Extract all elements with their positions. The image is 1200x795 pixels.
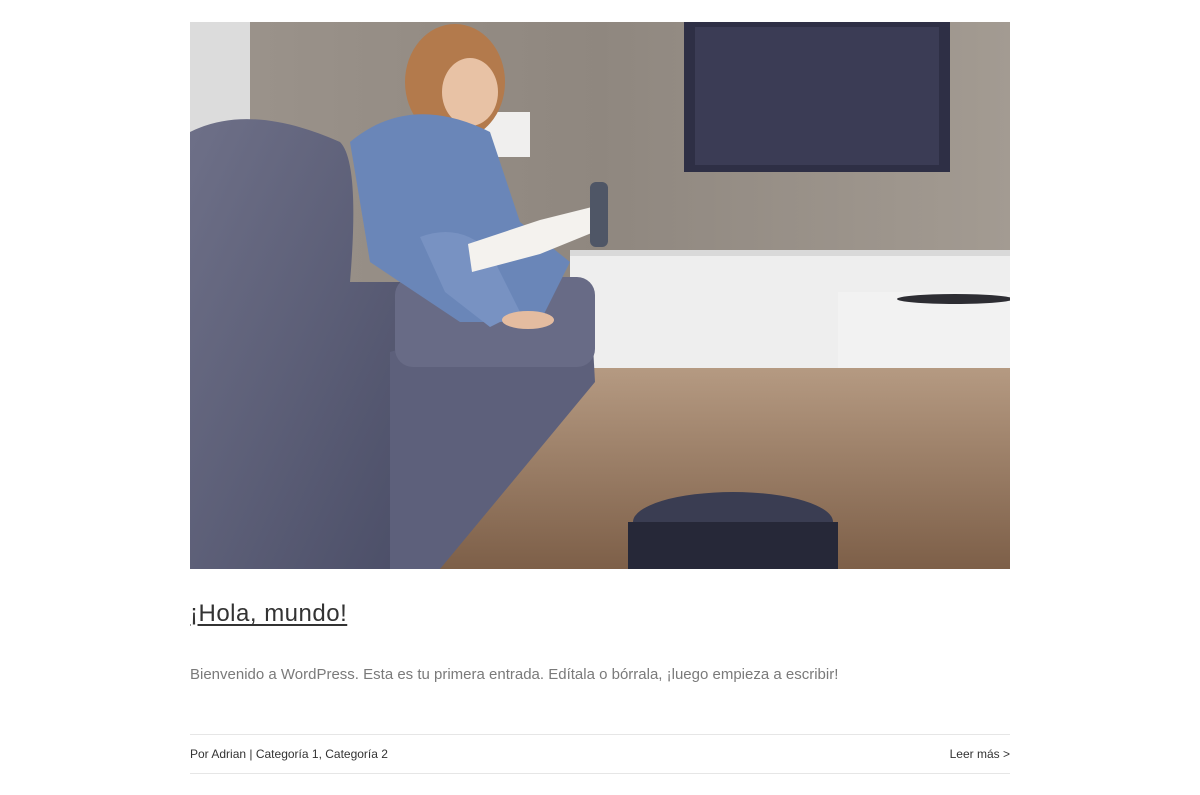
category-link-2[interactable]: Categoría 2 (325, 747, 388, 761)
blog-post: ¡Hola, mundo! Bienvenido a WordPress. Es… (190, 22, 1010, 774)
post-excerpt: Bienvenido a WordPress. Esta es tu prime… (190, 666, 839, 683)
by-label: Por (190, 747, 212, 761)
category-link-1[interactable]: Categoría 1 (256, 747, 319, 761)
featured-image-illustration (190, 22, 1010, 569)
post-meta: Por Adrian | Categoría 1, Categoría 2 Le… (190, 734, 1010, 774)
post-title[interactable]: ¡Hola, mundo! (190, 600, 347, 628)
post-meta-left: Por Adrian | Categoría 1, Categoría 2 (190, 747, 388, 761)
author-link[interactable]: Adrian (211, 747, 246, 761)
featured-image[interactable] (190, 22, 1010, 569)
read-more-link[interactable]: Leer más > (950, 747, 1010, 761)
meta-separator: | (246, 747, 256, 761)
